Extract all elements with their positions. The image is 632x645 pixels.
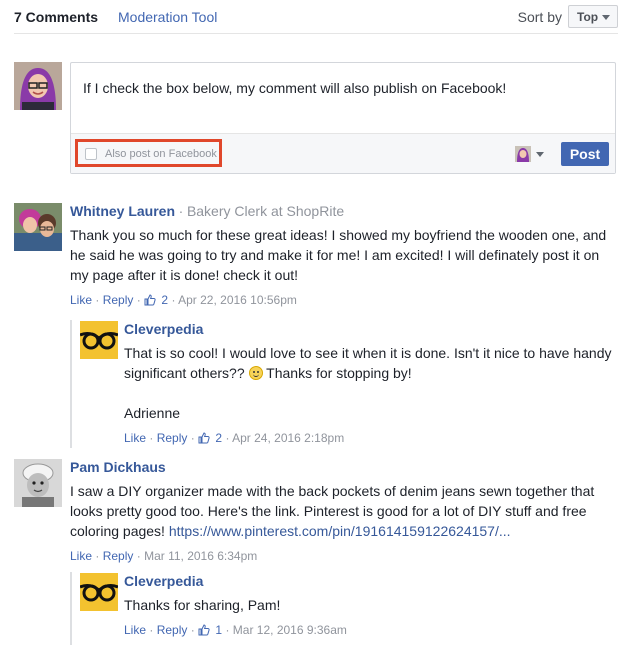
dot-separator: · — [171, 293, 176, 307]
moderation-tool-link[interactable]: Moderation Tool — [118, 9, 217, 25]
reply-link[interactable]: Reply — [157, 431, 188, 445]
sort-by-label: Sort by — [517, 9, 562, 25]
sort-value: Top — [577, 10, 599, 24]
chevron-down-icon — [536, 152, 544, 157]
thumbs-up-icon — [144, 294, 156, 309]
reply-thread-line — [70, 320, 72, 448]
comment-actions: Like · Reply · 2 · Apr 24, 2016 2:18pm — [124, 431, 629, 447]
comment-count: 7 Comments — [14, 9, 99, 25]
comment-input[interactable]: If I check the box below, my comment wil… — [83, 80, 506, 96]
like-count[interactable]: 2 — [161, 293, 168, 307]
like-link[interactable]: Like — [124, 623, 146, 637]
author-subtitle: Bakery Clerk at ShopRite — [186, 203, 345, 219]
pinterest-link[interactable]: https://www.pinterest.com/pin/1916141591… — [169, 523, 511, 539]
comment-author[interactable]: Cleverpedia — [124, 321, 203, 337]
like-count[interactable]: 2 — [215, 431, 222, 445]
like-count[interactable]: 1 — [215, 623, 222, 637]
post-as-selector[interactable] — [515, 146, 545, 162]
avatar[interactable] — [14, 459, 62, 507]
dot-separator: · — [136, 293, 141, 307]
comment-timestamp[interactable]: Apr 22, 2016 10:56pm — [178, 293, 297, 307]
dot-separator: · — [190, 623, 195, 637]
avatar[interactable] — [14, 203, 62, 251]
comment-text-line: significant others?? — [124, 365, 245, 381]
composer-footer: Also post on Facebook Post — [71, 133, 615, 173]
comment-signature: Adrienne — [124, 405, 181, 421]
comment-text-line: looks pretty good too. Here's the link. … — [70, 503, 587, 519]
chevron-down-icon — [602, 15, 610, 20]
dot-separator: · — [95, 293, 100, 307]
comment-text-line: my page after it is done! check it out! — [70, 267, 299, 283]
comment-text: That is so cool! I would love to see it … — [124, 343, 629, 423]
comment-text-line: That is so cool! I would love to see it … — [124, 345, 612, 361]
comment-text-line: coloring pages! — [70, 523, 165, 539]
comment-text: Thanks for sharing, Pam! — [124, 595, 629, 615]
post-to-facebook-checkbox[interactable] — [85, 148, 97, 160]
comment-actions: Like · Reply · 1 · Mar 12, 2016 9:36am — [124, 623, 629, 639]
dot-separator: · — [136, 549, 141, 563]
like-link[interactable]: Like — [124, 431, 146, 445]
dot-separator: · — [225, 623, 230, 637]
reply-thread-line — [70, 572, 72, 645]
comment-timestamp[interactable]: Mar 11, 2016 6:34pm — [144, 549, 257, 563]
avatar[interactable] — [80, 573, 118, 611]
post-button[interactable]: Post — [561, 142, 609, 166]
comment-text-line: Thanks for sharing, Pam! — [124, 597, 281, 613]
comment-composer[interactable]: If I check the box below, my comment wil… — [70, 62, 616, 174]
reply-link[interactable]: Reply — [157, 623, 188, 637]
like-link[interactable]: Like — [70, 549, 92, 563]
thumbs-up-icon — [198, 624, 210, 639]
comments-header: 7 Comments Moderation Tool Sort by Top — [14, 0, 618, 34]
comment-text-line: I saw a DIY organizer made with the back… — [70, 483, 595, 499]
comment-actions: Like · Reply · Mar 11, 2016 6:34pm — [70, 549, 624, 563]
comment-text-line: he said he was going to try and make it … — [70, 247, 600, 263]
dot-separator: · — [149, 431, 154, 445]
comment-text-line: Thank you so much for these great ideas!… — [70, 227, 607, 243]
comment-text: Thank you so much for these great ideas!… — [70, 225, 624, 285]
comment-timestamp[interactable]: Mar 12, 2016 9:36am — [233, 623, 347, 637]
comment-text-line: Thanks for stopping by! — [266, 365, 412, 381]
comment-text: I saw a DIY organizer made with the back… — [70, 481, 624, 541]
comment-author[interactable]: Pam Dickhaus — [70, 459, 166, 475]
smile-emoji-icon — [248, 366, 263, 380]
dot-separator: · — [190, 431, 195, 445]
avatar[interactable] — [80, 321, 118, 359]
dot-separator: · — [149, 623, 154, 637]
post-to-facebook-option[interactable]: Also post on Facebook — [75, 139, 222, 167]
dot-separator: · — [225, 431, 230, 445]
thumbs-up-icon — [198, 432, 210, 447]
reply-link[interactable]: Reply — [103, 293, 134, 307]
post-to-facebook-label: Also post on Facebook — [105, 148, 217, 160]
reply-link[interactable]: Reply — [103, 549, 134, 563]
comment-actions: Like · Reply · 2 · Apr 22, 2016 10:56pm — [70, 293, 624, 309]
like-link[interactable]: Like — [70, 293, 92, 307]
current-user-avatar — [14, 62, 62, 110]
sort-dropdown[interactable]: Top — [568, 5, 618, 28]
dot-separator: · — [95, 549, 100, 563]
separator: · — [178, 203, 184, 219]
comment-timestamp[interactable]: Apr 24, 2016 2:18pm — [232, 431, 344, 445]
comment-author[interactable]: Cleverpedia — [124, 573, 203, 589]
comment-author[interactable]: Whitney Lauren — [70, 203, 175, 219]
post-as-avatar — [515, 146, 531, 162]
